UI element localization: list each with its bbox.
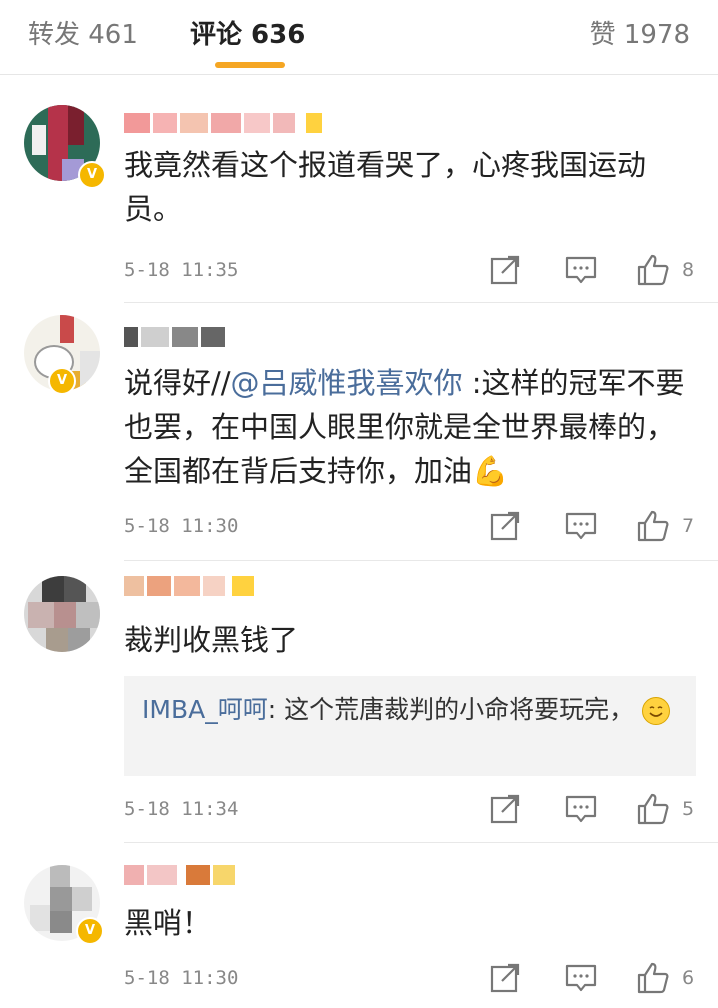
user-mention-link[interactable]: @吕威惟我喜欢你 (231, 366, 463, 400)
comment-text: 裁判收黑钱了 (124, 623, 299, 657)
smile-emoji-icon (642, 697, 671, 725)
share-icon[interactable] (488, 509, 522, 543)
comment-meta: 5-18 11:35 8 (124, 253, 718, 293)
comment-meta: 5-18 11:30 6 (124, 961, 718, 1001)
comment-item: V 我竟然看这个报道看哭了，心疼我国运动员。 5-18 11:35 8 (0, 95, 718, 305)
reply-text: : 这个荒唐裁判的小命将要玩完， (267, 695, 635, 724)
active-tab-indicator (215, 62, 285, 68)
verified-badge-icon: V (76, 917, 104, 945)
comment-icon[interactable] (564, 509, 598, 543)
reply-preview[interactable]: IMBA_呵呵: 这个荒唐裁判的小命将要玩完， (124, 676, 696, 776)
like-count: 8 (682, 259, 695, 281)
like-icon[interactable] (636, 961, 670, 995)
tab-likes[interactable]: 赞 1978 (590, 14, 690, 51)
username-redacted[interactable] (124, 865, 238, 889)
comment-text-prefix: 说得好// (124, 366, 231, 400)
comment-meta: 5-18 11:34 5 (124, 792, 718, 832)
like-count: 6 (682, 967, 695, 989)
timestamp: 5-18 11:30 (124, 515, 239, 537)
timestamp: 5-18 11:35 (124, 259, 239, 281)
share-icon[interactable] (488, 961, 522, 995)
username-redacted[interactable] (124, 576, 257, 600)
verified-badge-icon: V (48, 367, 76, 395)
tab-repost[interactable]: 转发 461 (28, 14, 138, 51)
like-count: 7 (682, 515, 695, 537)
comment-icon[interactable] (564, 253, 598, 287)
avatar[interactable] (24, 576, 100, 652)
tab-comments[interactable]: 评论 636 (190, 14, 305, 51)
like-icon[interactable] (636, 792, 670, 826)
verified-badge-icon: V (78, 161, 106, 189)
comment-divider (124, 560, 718, 561)
comment-item: 裁判收黑钱了 IMBA_呵呵: 这个荒唐裁判的小命将要玩完， 5-18 11:3… (0, 562, 718, 844)
like-icon[interactable] (636, 509, 670, 543)
comment-item: V 黑哨！ 5-18 11:30 6 (0, 843, 718, 1008)
comment-item: V 说得好//@吕威惟我喜欢你 :这样的冠军不要也罢，在中国人眼里你就是全世界最… (0, 303, 718, 563)
comment-tabs: 转发 461 评论 636 赞 1978 (0, 0, 718, 75)
timestamp: 5-18 11:34 (124, 798, 239, 820)
reply-username[interactable]: IMBA_呵呵 (142, 695, 268, 724)
timestamp: 5-18 11:30 (124, 967, 239, 989)
username-redacted[interactable] (124, 113, 325, 137)
username-redacted[interactable] (124, 327, 228, 351)
share-icon[interactable] (488, 792, 522, 826)
comment-icon[interactable] (564, 961, 598, 995)
comment-text: 我竟然看这个报道看哭了，心疼我国运动员。 (124, 148, 647, 226)
share-icon[interactable] (488, 253, 522, 287)
comment-text: 黑哨！ (124, 906, 212, 940)
like-count: 5 (682, 798, 695, 820)
comment-icon[interactable] (564, 792, 598, 826)
comment-text: 说得好//@吕威惟我喜欢你 :这样的冠军不要也罢，在中国人眼里你就是全世界最棒的… (124, 361, 688, 493)
comment-meta: 5-18 11:30 7 (124, 509, 718, 549)
like-icon[interactable] (636, 253, 670, 287)
